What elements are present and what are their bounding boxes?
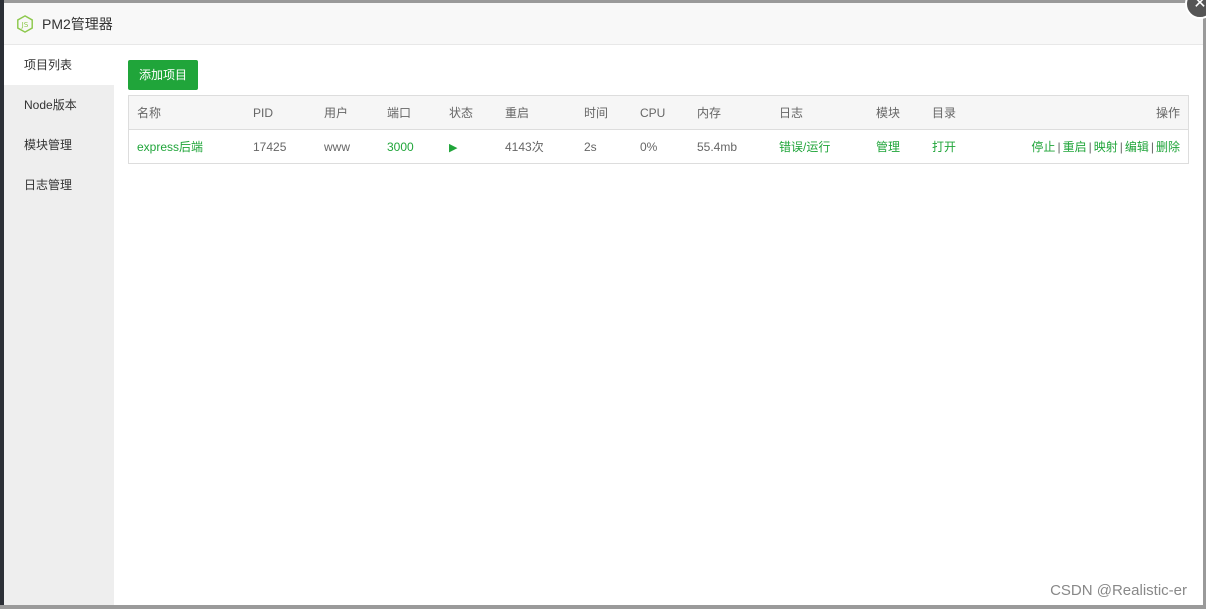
main-panel: 添加项目 名称 PID 用户 端口 状态 重启 时间 CPU 内存 日志 模块 … (114, 45, 1203, 605)
module-manage-link[interactable]: 管理 (868, 130, 924, 164)
pid-value: 17425 (253, 139, 287, 154)
time-value: 2s (584, 139, 597, 154)
stop-link[interactable]: 停止 (1031, 140, 1055, 154)
col-name: 名称 (128, 95, 245, 130)
restarts-value: 4143次 (505, 140, 544, 154)
pm2-manager-dialog: JS PM2管理器 ✕ 项目列表 Node版本 模块管理 日志管理 添加项目 名… (4, 0, 1206, 605)
col-port: 端口 (379, 95, 441, 130)
window-title: PM2管理器 (42, 15, 113, 32)
table-header-row: 名称 PID 用户 端口 状态 重启 时间 CPU 内存 日志 模块 目录 操作 (128, 95, 1189, 130)
col-cpu: CPU (632, 95, 689, 130)
nodejs-icon: JS (17, 14, 33, 33)
col-restarts: 重启 (497, 95, 576, 130)
actions-cell: 停止 | 重启 | 映射 | 编辑 | 删除 (1031, 140, 1180, 154)
log-link[interactable]: 错误/运行 (771, 130, 868, 164)
project-table: 名称 PID 用户 端口 状态 重启 时间 CPU 内存 日志 模块 目录 操作 (128, 95, 1189, 164)
port-link[interactable]: 3000 (379, 130, 441, 164)
sidebar-item-project-list[interactable]: 项目列表 (4, 45, 114, 85)
memory-value: 55.4mb (697, 139, 738, 154)
project-name-link[interactable]: express后端 (129, 130, 246, 164)
col-actions: 操作 (975, 95, 1189, 130)
cpu-value: 0% (640, 139, 658, 154)
mapping-link[interactable]: 映射 (1094, 140, 1118, 154)
col-pid: PID (245, 95, 316, 130)
col-status: 状态 (441, 95, 497, 130)
col-user: 用户 (316, 95, 379, 130)
open-dir-link[interactable]: 打开 (924, 130, 976, 164)
col-time: 时间 (576, 95, 632, 130)
svg-text:JS: JS (21, 20, 29, 29)
sidebar: 项目列表 Node版本 模块管理 日志管理 (4, 45, 114, 605)
title-bar: JS PM2管理器 (4, 3, 1203, 45)
user-value: www (324, 139, 350, 154)
add-project-button[interactable]: 添加项目 (128, 60, 199, 90)
col-dir: 目录 (924, 95, 976, 130)
status-cell: ▶ (441, 130, 497, 164)
restart-link[interactable]: 重启 (1063, 140, 1087, 154)
desktop-taskbar-edge (0, 605, 1206, 609)
col-log: 日志 (771, 95, 868, 130)
delete-link[interactable]: 删除 (1156, 140, 1180, 154)
edit-link[interactable]: 编辑 (1125, 140, 1149, 154)
table-row: express后端 17425 www 3000 ▶ 4143次 2s 0% 5… (129, 130, 1189, 164)
watermark: CSDN @Realistic-er (1050, 582, 1187, 599)
sidebar-item-module-management[interactable]: 模块管理 (4, 125, 114, 165)
sidebar-item-node-version[interactable]: Node版本 (4, 85, 114, 125)
sidebar-item-log-management[interactable]: 日志管理 (4, 165, 114, 205)
col-module: 模块 (868, 95, 924, 130)
col-memory: 内存 (689, 95, 771, 130)
play-icon[interactable]: ▶ (449, 142, 457, 154)
